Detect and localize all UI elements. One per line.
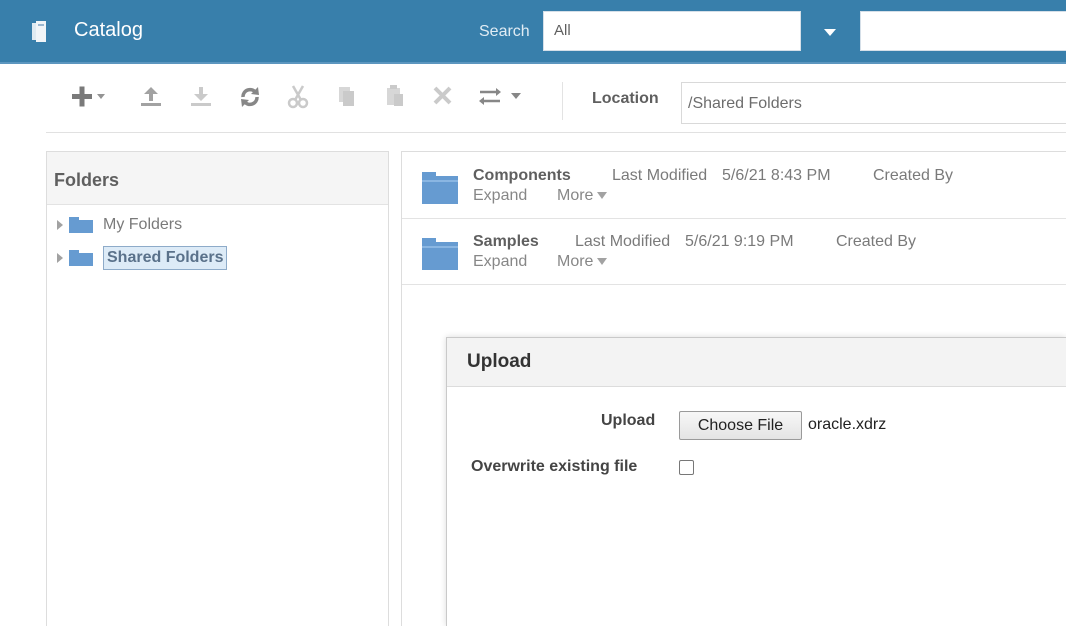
dialog-title: Upload — [467, 351, 532, 372]
upload-dialog: Upload Upload Choose File oracle.xdrz Ov… — [446, 337, 1066, 626]
selected-file-name: oracle.xdrz — [808, 416, 887, 433]
overwrite-label: Overwrite existing file — [471, 458, 638, 475]
upload-label: Upload — [601, 412, 656, 429]
dialog-header: Upload — [447, 338, 1066, 387]
choose-file-button[interactable]: Choose File — [679, 411, 802, 440]
overwrite-checkbox[interactable] — [679, 460, 694, 475]
